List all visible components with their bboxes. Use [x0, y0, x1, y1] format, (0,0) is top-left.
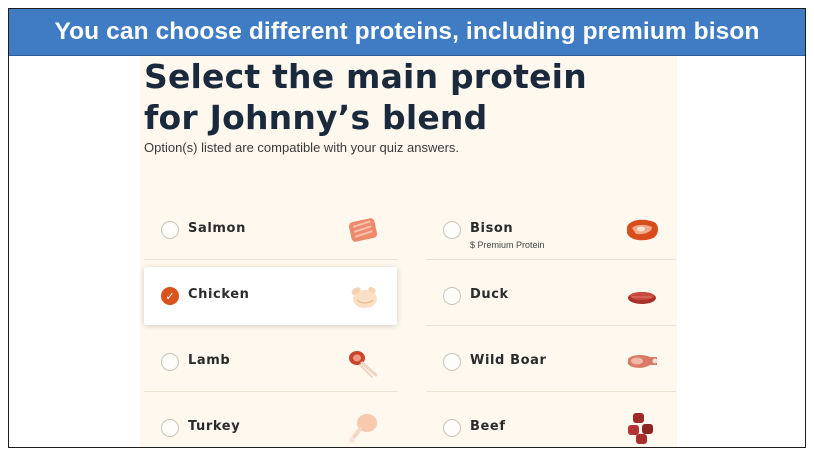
screenshot-frame: You can choose different proteins, inclu… [8, 8, 806, 448]
divider [426, 391, 676, 392]
option-label: Salmon [188, 221, 246, 236]
salmon-icon [348, 218, 378, 242]
option-label: Beef [470, 419, 506, 434]
radio-button[interactable] [443, 287, 461, 305]
option-label: Bison [470, 221, 514, 236]
divider [426, 259, 676, 260]
option-label: Lamb [188, 353, 231, 368]
option-beef[interactable]: Beef [426, 399, 676, 447]
radio-button[interactable] [161, 419, 179, 437]
divider [144, 259, 397, 260]
caption-text: You can choose different proteins, inclu… [54, 18, 760, 45]
page-title-line-1: Select the main protein [144, 57, 587, 96]
duck-icon [628, 292, 656, 304]
option-label: Chicken [188, 287, 250, 302]
option-bison[interactable]: Bison $ Premium Protein [426, 201, 676, 259]
option-turkey[interactable]: Turkey [144, 399, 397, 447]
chicken-icon [351, 287, 377, 308]
page-title-line-2: for Johnny’s blend [144, 98, 488, 137]
option-lamb[interactable]: Lamb [144, 333, 397, 391]
turkey-icon [349, 414, 377, 443]
option-wild-boar[interactable]: Wild Boar [426, 333, 676, 391]
divider [426, 325, 676, 326]
option-label: Duck [470, 287, 509, 302]
divider [144, 391, 397, 392]
option-label: Turkey [188, 419, 241, 434]
option-duck[interactable]: Duck [426, 267, 676, 325]
page-subtitle: Option(s) listed are compatible with you… [144, 140, 460, 155]
radio-button[interactable] [161, 221, 179, 239]
premium-protein-note: $ Premium Protein [470, 240, 545, 250]
option-chicken[interactable]: ✓ Chicken [144, 267, 397, 325]
option-label: Wild Boar [470, 353, 547, 368]
bison-icon [627, 219, 659, 241]
wild-boar-icon [628, 354, 658, 368]
radio-button-checked[interactable]: ✓ [161, 287, 179, 305]
option-salmon[interactable]: Salmon [144, 201, 397, 259]
caption-banner: You can choose different proteins, inclu… [9, 9, 805, 56]
beef-icon [628, 413, 653, 444]
radio-button[interactable] [443, 221, 461, 239]
radio-button[interactable] [443, 353, 461, 371]
lamb-icon [349, 351, 378, 378]
protein-selection-panel: Select the main protein for Johnny’s ble… [140, 56, 677, 447]
radio-button[interactable] [443, 419, 461, 437]
checkmark-icon: ✓ [165, 289, 175, 303]
page-title: Select the main protein for Johnny’s ble… [144, 56, 674, 138]
radio-button[interactable] [161, 353, 179, 371]
